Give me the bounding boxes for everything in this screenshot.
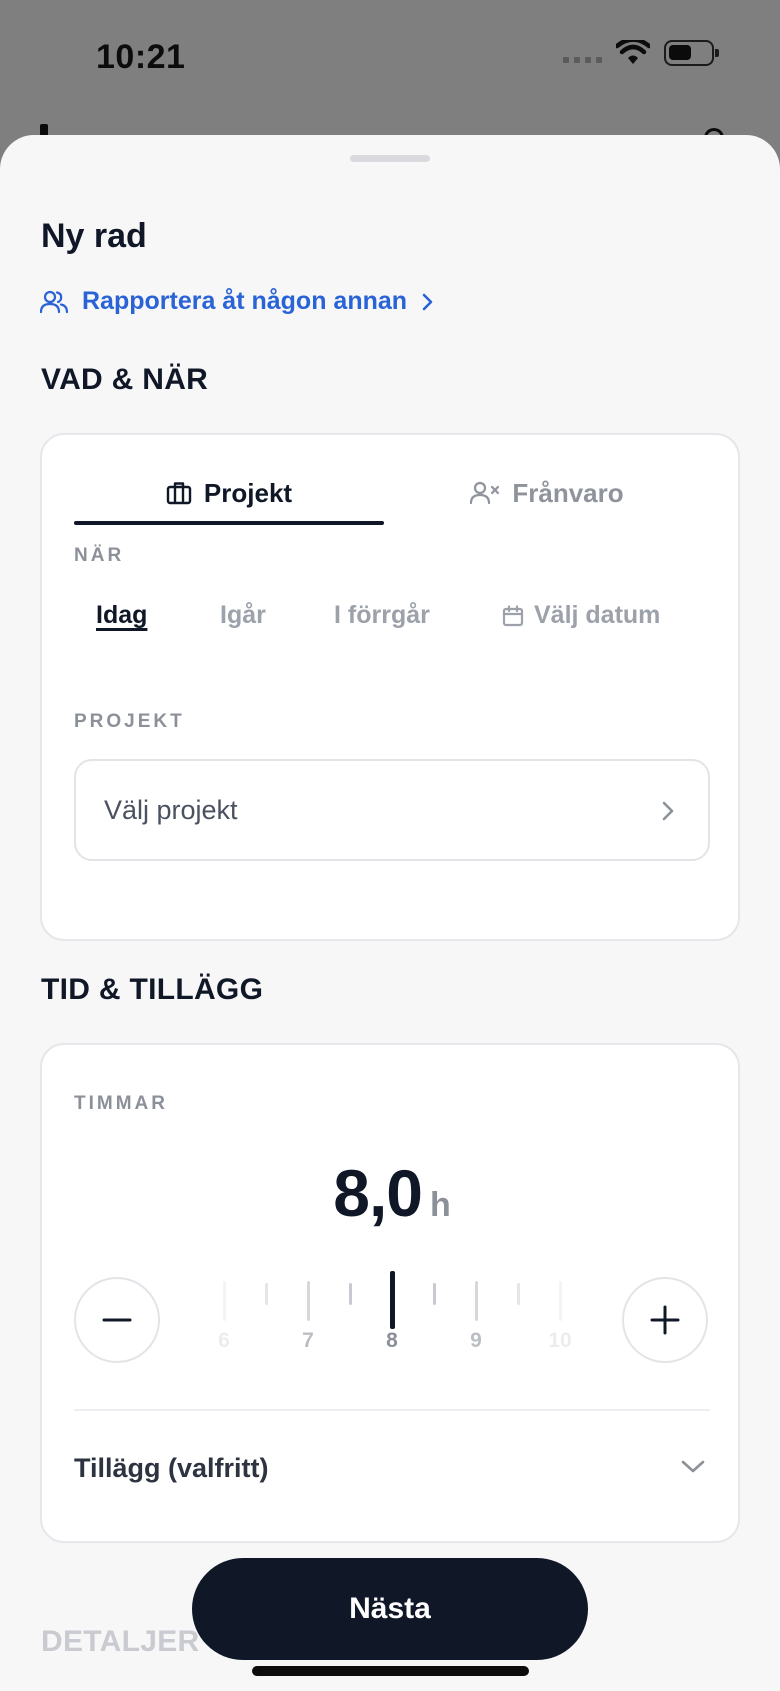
report-for-other-link[interactable]: Rapportera åt någon annan (40, 287, 435, 316)
ruler-tick (222, 1281, 226, 1321)
section-heading-what-when: VAD & NÄR (41, 363, 209, 396)
time-addons-card: TIMMAR 8,0 h 6 7 8 9 10 Tillägg (valfritt) (40, 1043, 740, 1543)
date-option-yesterday[interactable]: Igår (220, 601, 266, 630)
hours-label: TIMMAR (74, 1093, 168, 1114)
date-option-pick-date[interactable]: Välj datum (502, 601, 660, 630)
ruler-tick (474, 1281, 478, 1321)
tab-franvaro[interactable]: Frånvaro (384, 461, 710, 525)
tab-projekt[interactable]: Projekt (74, 461, 384, 525)
hours-value: 8,0 (333, 1156, 423, 1230)
minus-icon (102, 1318, 132, 1322)
what-when-card: Projekt Frånvaro NÄR Idag Igår I förrgår (40, 433, 740, 941)
pick-date-label: Välj datum (534, 601, 661, 629)
bottom-sheet: Ny rad Rapportera åt någon annan VAD & N… (0, 135, 780, 1691)
ruler-tick-label: 9 (470, 1329, 482, 1352)
status-icons (563, 40, 719, 66)
chevron-down-icon (681, 1460, 705, 1473)
people-icon (40, 290, 68, 313)
status-bar: 10:21 (0, 0, 780, 138)
type-tabs: Projekt Frånvaro (74, 461, 710, 525)
ruler-tick (264, 1283, 268, 1305)
ruler-tick (558, 1281, 562, 1321)
date-option-today[interactable]: Idag (96, 601, 147, 630)
person-x-icon (470, 481, 500, 505)
ruler-current-marker (389, 1271, 395, 1329)
date-options: Idag Igår I förrgår Välj datum (74, 601, 710, 641)
plus-icon (650, 1305, 680, 1335)
addons-toggle[interactable]: Tillägg (valfritt) (74, 1449, 710, 1493)
ruler-tick (348, 1283, 352, 1305)
sheet-title: Ny rad (41, 217, 147, 255)
increase-hours-button[interactable] (622, 1277, 708, 1363)
hours-unit: h (429, 1186, 451, 1224)
ruler-tick-label: 10 (548, 1329, 572, 1352)
sheet-grabber[interactable] (350, 155, 430, 162)
report-for-other-label: Rapportera åt någon annan (82, 287, 408, 315)
project-select[interactable]: Välj projekt (74, 759, 710, 861)
project-placeholder: Välj projekt (104, 795, 238, 825)
home-indicator (252, 1666, 529, 1676)
ruler-tick (516, 1283, 520, 1305)
next-button[interactable]: Nästa (192, 1558, 588, 1660)
tab-franvaro-label: Frånvaro (512, 477, 624, 508)
ruler-tick-label: 8 (386, 1329, 398, 1352)
hours-ruler-slider[interactable]: 6 7 8 9 10 (164, 1271, 620, 1373)
ruler-tick-label: 7 (302, 1329, 314, 1352)
status-time: 10:21 (96, 38, 186, 76)
wifi-icon (616, 40, 650, 64)
cellular-signal-icon (563, 57, 602, 63)
when-label: NÄR (74, 545, 125, 566)
section-heading-details: DETALJER (41, 1625, 200, 1658)
section-heading-time-addons: TID & TILLÄGG (41, 973, 264, 1006)
hours-display: 8,0 h (42, 1155, 742, 1231)
chevron-right-icon (422, 293, 433, 310)
date-option-day-before-yesterday[interactable]: I förrgår (334, 601, 430, 630)
ruler-tick (432, 1283, 436, 1305)
project-label: PROJEKT (74, 711, 185, 732)
ruler-tick-label: 6 (218, 1329, 230, 1352)
tab-selected-indicator (74, 521, 384, 525)
divider (74, 1409, 710, 1411)
briefcase-icon (166, 482, 192, 505)
tab-projekt-label: Projekt (203, 477, 293, 508)
addons-label: Tillägg (valfritt) (74, 1453, 269, 1483)
ruler-tick (306, 1281, 310, 1321)
battery-icon (664, 40, 719, 66)
decrease-hours-button[interactable] (74, 1277, 160, 1363)
calendar-icon (502, 604, 524, 626)
chevron-right-icon (662, 801, 674, 821)
